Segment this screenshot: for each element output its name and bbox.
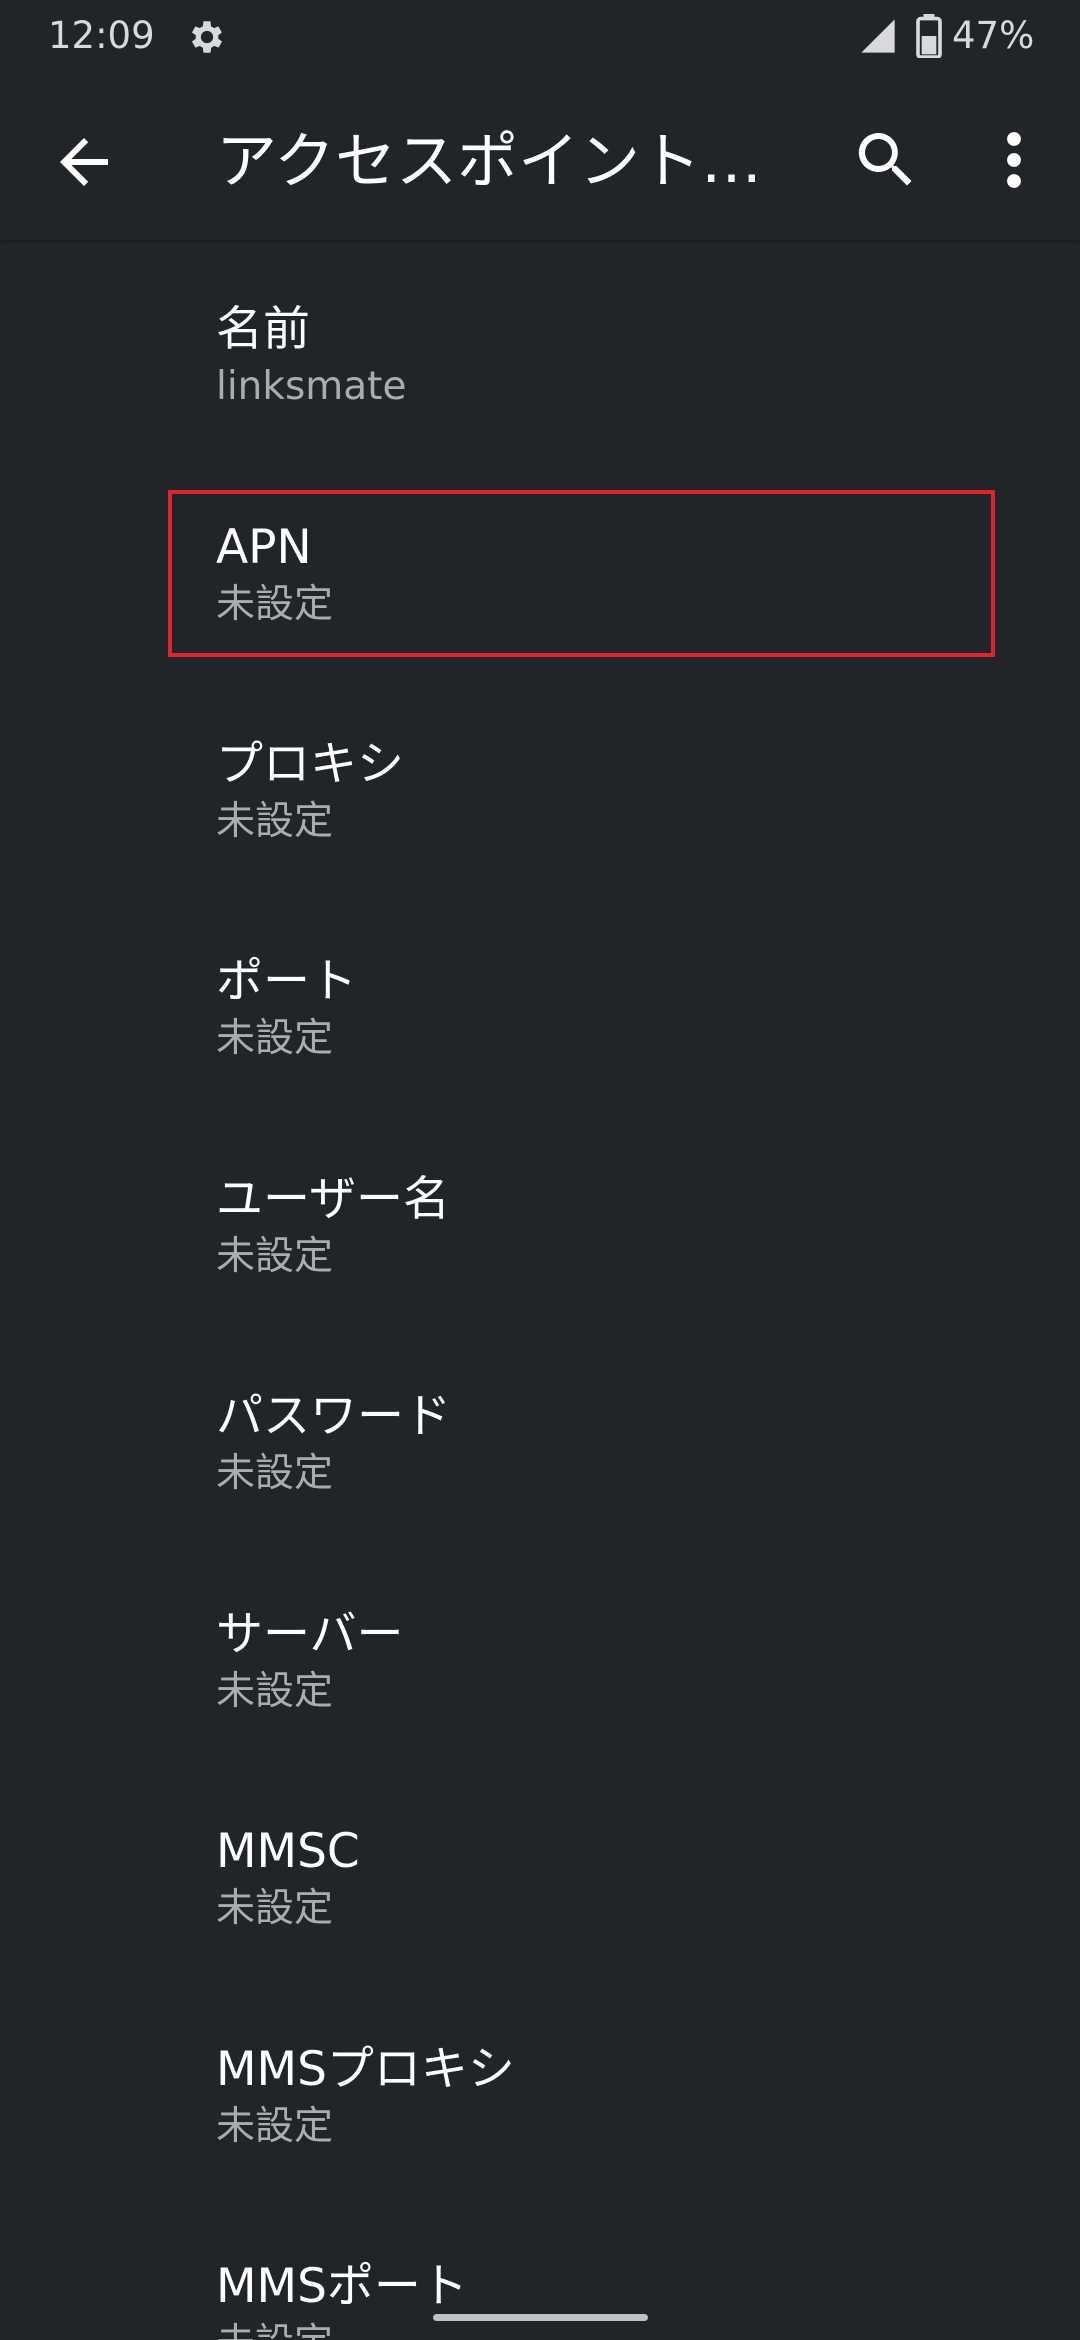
status-time: 12:09 — [48, 14, 155, 57]
gear-icon — [191, 21, 223, 53]
item-title: プロキシ — [216, 737, 404, 792]
item-title: サーバー — [216, 1607, 404, 1662]
item-summary: 未設定 — [216, 2104, 334, 2149]
item-summary: 未設定 — [216, 1234, 334, 1279]
search-icon[interactable] — [850, 124, 922, 196]
item-summary: 未設定 — [216, 2317, 333, 2340]
gesture-nav-handle[interactable] — [433, 2314, 648, 2321]
item-title: パスワード — [216, 1389, 451, 1444]
item-summary: 未設定 — [216, 1886, 334, 1931]
list-item-server[interactable]: サーバー 未設定 — [0, 1565, 1080, 1765]
list-item-apn[interactable]: APN 未設定 — [0, 478, 1080, 678]
app-bar: アクセスポイント… — [0, 74, 1080, 240]
item-title: MMSプロキシ — [216, 2042, 515, 2097]
list-item-proxy[interactable]: プロキシ 未設定 — [0, 695, 1080, 895]
list-item-mmsc[interactable]: MMSC 未設定 — [0, 1782, 1080, 1982]
item-title: MMSポート — [216, 2259, 468, 2314]
item-title: 名前 — [216, 302, 310, 357]
page-title: アクセスポイント… — [216, 126, 762, 197]
battery-icon — [916, 14, 942, 58]
back-arrow-icon[interactable] — [48, 126, 120, 198]
item-summary: 未設定 — [216, 1451, 334, 1496]
list-item-port[interactable]: ポート 未設定 — [0, 912, 1080, 1112]
item-summary: 未設定 — [216, 582, 334, 627]
cell-signal-icon — [861, 19, 895, 53]
list-item-name[interactable]: 名前 linksmate — [0, 260, 1080, 460]
item-summary: linksmate — [216, 364, 407, 409]
item-title: ポート — [216, 954, 357, 1009]
list-item-password[interactable]: パスワード 未設定 — [0, 1347, 1080, 1547]
item-summary: 未設定 — [216, 1669, 334, 1714]
item-summary: 未設定 — [216, 799, 334, 844]
list-item-username[interactable]: ユーザー名 未設定 — [0, 1130, 1080, 1330]
item-title: MMSC — [216, 1824, 360, 1879]
item-title: ユーザー名 — [216, 1172, 451, 1227]
more-vert-icon[interactable] — [984, 124, 1044, 196]
list-item-mms-proxy[interactable]: MMSプロキシ 未設定 — [0, 2000, 1080, 2200]
list-item-mms-port[interactable]: MMSポート 未設定 — [0, 2217, 1080, 2340]
status-bar: 12:09 47% — [0, 0, 1080, 74]
item-title: APN — [216, 520, 312, 575]
item-summary: 未設定 — [216, 1016, 334, 1061]
battery-percent: 47% — [952, 14, 1035, 57]
